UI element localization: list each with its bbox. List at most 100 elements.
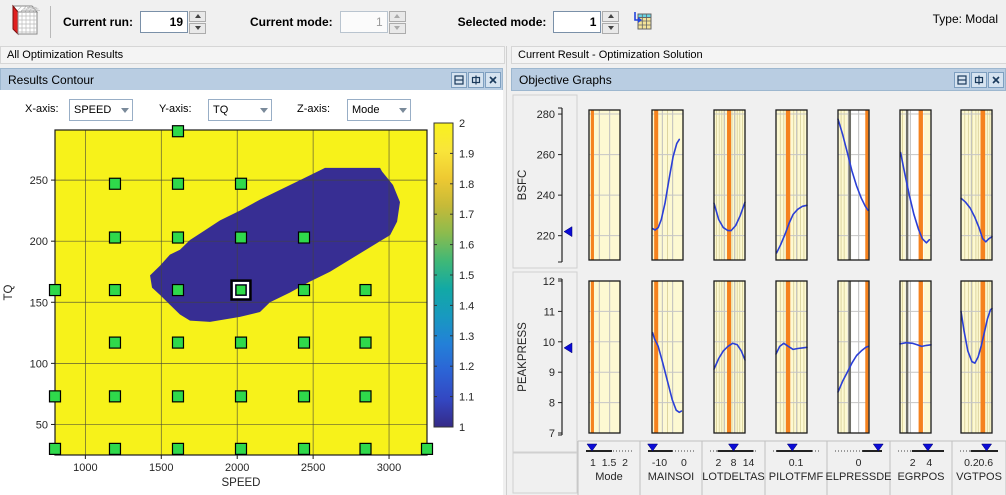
selected-mode-spin-down[interactable]: [602, 22, 620, 34]
slider-triangle-MAINSOI[interactable]: [647, 443, 659, 452]
panel-divider: [506, 46, 507, 495]
selected-mode-label: Selected mode:: [457, 15, 547, 29]
objective-row-label: BSFC: [517, 170, 529, 201]
contour-marker[interactable]: [48, 390, 62, 403]
contour-marker[interactable]: [171, 177, 185, 190]
contour-marker[interactable]: [234, 231, 248, 244]
contour-marker[interactable]: [48, 283, 62, 297]
contour-marker[interactable]: [108, 283, 122, 297]
table-export-icon[interactable]: [633, 10, 653, 35]
slider-triangle-EGRPOS[interactable]: [922, 443, 934, 452]
contour-marker[interactable]: [297, 390, 311, 403]
x-tick-label: 3000: [377, 462, 401, 474]
close-icon[interactable]: [485, 71, 501, 88]
x-tick-label: 2000: [225, 462, 249, 474]
contour-marker[interactable]: [171, 283, 185, 297]
contour-marker[interactable]: [297, 336, 311, 349]
current-value-band[interactable]: [865, 281, 869, 433]
current-run-spinner[interactable]: 19: [140, 10, 206, 34]
variable-name-label: ELPRESSDE: [825, 471, 891, 483]
label-row-spacer: [512, 452, 578, 494]
results-contour-plot[interactable]: 1000 1500 2000 2500 3000 50 100 150 200 250 SPEED T…: [0, 89, 503, 495]
current-value-band[interactable]: [654, 281, 659, 433]
variable-name-label: VGTPOS: [956, 471, 1002, 483]
contour-marker[interactable]: [297, 283, 311, 297]
current-value-band[interactable]: [918, 281, 923, 433]
slider-triangle-VGTPOS[interactable]: [981, 443, 993, 452]
contour-marker[interactable]: [234, 177, 248, 190]
contour-marker[interactable]: [171, 390, 185, 403]
selected-mode-value[interactable]: 1: [553, 11, 602, 33]
slider-triangle-PILOTFMF[interactable]: [786, 443, 798, 452]
contour-marker[interactable]: [420, 442, 434, 455]
current-value-band[interactable]: [980, 281, 986, 433]
x-tick-label: 1500: [149, 462, 173, 474]
contour-marker[interactable]: [359, 336, 372, 349]
close-icon[interactable]: [988, 71, 1004, 88]
selected-mode-spinner[interactable]: 1: [553, 10, 620, 34]
colorbar-tick-label: 1.2: [459, 361, 474, 373]
contour-marker[interactable]: [171, 336, 185, 349]
contour-marker[interactable]: [359, 442, 372, 455]
current-run-spin-down[interactable]: [189, 22, 206, 34]
x-tick-label: 1000: [73, 462, 97, 474]
contour-marker[interactable]: [297, 442, 311, 455]
current-mode-label: Current mode:: [250, 15, 333, 29]
dock-button[interactable]: [468, 71, 484, 88]
variable-tick-label: 0.1: [789, 457, 804, 469]
variable-name-label: PILOTFMF: [769, 471, 824, 483]
contour-marker[interactable]: [359, 390, 372, 403]
right-panel-header: Current Result - Optimization Solution: [511, 46, 1006, 64]
current-value-band[interactable]: [865, 110, 869, 260]
dock-button[interactable]: [971, 71, 987, 88]
contour-marker[interactable]: [108, 390, 122, 403]
results-contour-titlebar: Results Contour: [0, 68, 503, 91]
contour-marker[interactable]: [171, 125, 185, 138]
split-button[interactable]: [954, 71, 970, 88]
variable-name-label: LOTDELTAS: [702, 471, 765, 483]
selected-mode-spin-up[interactable]: [602, 10, 620, 22]
split-button[interactable]: [451, 71, 467, 88]
current-value-band[interactable]: [727, 110, 732, 260]
objective-ytick-label: 12: [543, 276, 555, 288]
colorbar-tick-label: 1.6: [459, 240, 474, 252]
contour-marker[interactable]: [171, 231, 185, 244]
contour-marker[interactable]: [108, 231, 122, 244]
contour-marker[interactable]: [234, 390, 248, 403]
left-panel-header: All Optimization Results: [0, 46, 505, 64]
current-value-band[interactable]: [590, 281, 594, 433]
contour-marker[interactable]: [108, 336, 122, 349]
slider-triangle-ELPRESSDE[interactable]: [872, 443, 884, 452]
contour-marker[interactable]: [234, 336, 248, 349]
results-contour-title: Results Contour: [8, 72, 95, 87]
current-run-value[interactable]: 19: [140, 11, 188, 33]
contour-marker[interactable]: [48, 442, 62, 455]
current-value-band[interactable]: [785, 110, 791, 260]
objective-graphs-title: Objective Graphs: [519, 72, 612, 87]
y-axis-title: TQ: [3, 284, 15, 300]
current-run-spin-up[interactable]: [189, 10, 206, 22]
contour-marker[interactable]: [359, 283, 372, 297]
current-mode-spin-down: [388, 22, 406, 34]
slider-triangle-Mode[interactable]: [586, 443, 598, 452]
contour-marker[interactable]: [108, 177, 122, 190]
current-value-band[interactable]: [785, 281, 791, 433]
slider-triangle-LOTDELTAS[interactable]: [728, 443, 739, 452]
contour-marker[interactable]: [108, 442, 122, 455]
variable-tick-label: 1: [590, 457, 596, 469]
contour-marker[interactable]: [171, 442, 185, 455]
contour-marker[interactable]: [297, 231, 311, 244]
cage-cube-icon: [8, 4, 42, 41]
current-value-band[interactable]: [590, 110, 594, 260]
variable-tick-label: 14: [743, 457, 755, 469]
colorbar-tick-label: 1.4: [459, 300, 474, 312]
y-tick-label: 50: [36, 419, 48, 431]
y-tick-label: 250: [30, 175, 48, 187]
colorbar-tick-label: 1.8: [459, 179, 474, 191]
contour-marker[interactable]: [234, 442, 248, 455]
variable-name-label: Mode: [595, 471, 623, 483]
current-value-band[interactable]: [727, 281, 732, 433]
current-value-band[interactable]: [654, 110, 659, 260]
variable-tick-label: 2: [910, 457, 916, 469]
colorbar-tick-label: 1.9: [459, 148, 474, 160]
